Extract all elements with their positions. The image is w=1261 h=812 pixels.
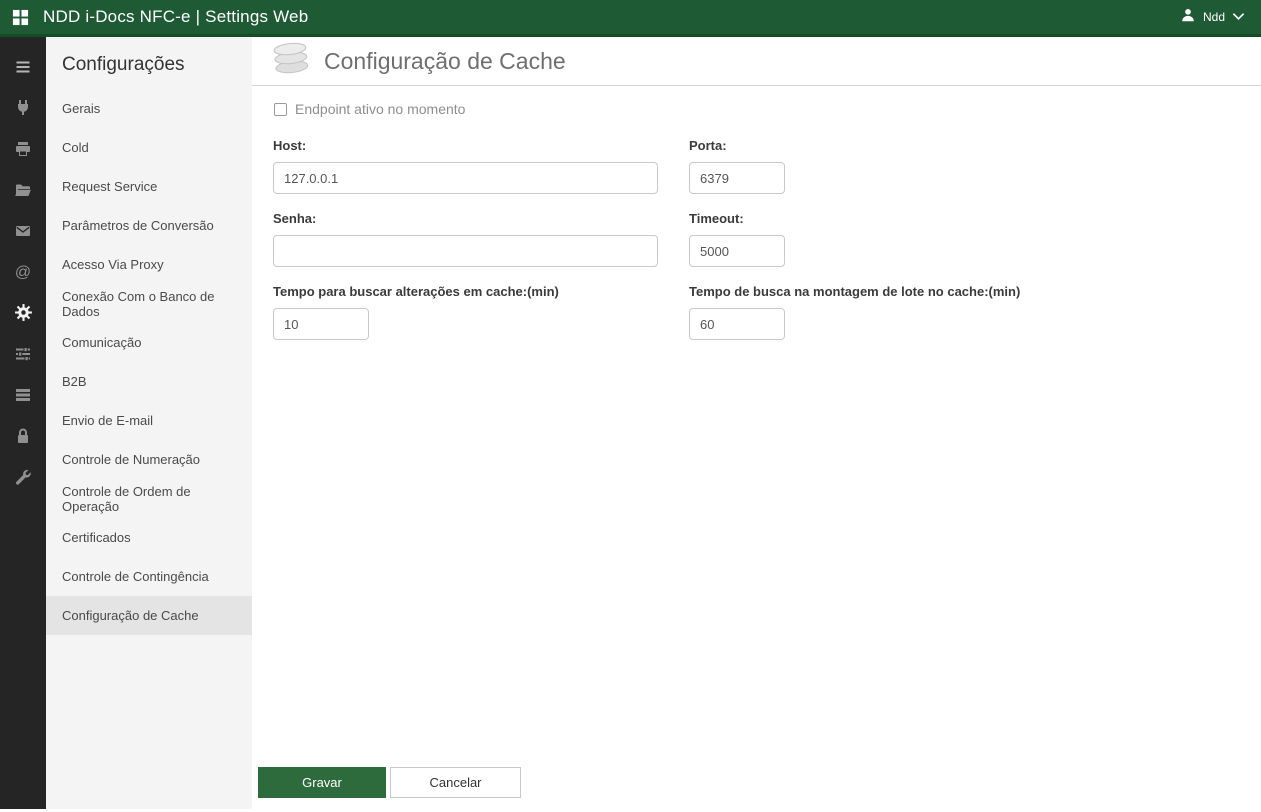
svg-text:@: @ [15,264,31,281]
sidebar-item-configuracao-cache[interactable]: Configuração de Cache [46,596,252,635]
icon-rail: @ [0,37,46,809]
app-title: NDD i-Docs NFC-e | Settings Web [43,7,309,26]
tempo-busca-alteracoes-label: Tempo para buscar alterações em cache:(m… [273,284,559,299]
wrench-icon[interactable] [0,456,46,497]
senha-input[interactable] [273,235,658,267]
tempo-busca-lote-field-group: Tempo de busca na montagem de lote no ca… [689,284,1079,340]
tempo-busca-lote-label: Tempo de busca na montagem de lote no ca… [689,284,1021,299]
sidebar-item-cold[interactable]: Cold [46,128,252,167]
user-menu[interactable]: Ndd [1180,7,1245,28]
form-actions: Gravar Cancelar [258,767,521,798]
menu-icon[interactable] [0,46,46,87]
app-logo-icon[interactable] [12,8,30,26]
page-title: Configuração de Cache [324,47,566,74]
cancel-button[interactable]: Cancelar [390,767,521,798]
host-label: Host: [273,138,307,153]
tempo-busca-alteracoes-input[interactable] [273,308,369,340]
sidebar-item-controle-numeracao[interactable]: Controle de Numeração [46,440,252,479]
printer-icon[interactable] [0,128,46,169]
sidebar-item-gerais[interactable]: Gerais [46,89,252,128]
sidebar-item-request-service[interactable]: Request Service [46,167,252,206]
save-button[interactable]: Gravar [258,767,386,798]
host-input[interactable] [273,162,658,194]
senha-field-group: Senha: [273,211,658,267]
user-icon [1180,7,1196,28]
sidebar-item-acesso-via-proxy[interactable]: Acesso Via Proxy [46,245,252,284]
endpoint-checkbox[interactable] [274,102,287,116]
sidebar-item-b2b[interactable]: B2B [46,362,252,401]
cache-database-icon [268,39,314,84]
stack-icon[interactable] [0,374,46,415]
user-name: Ndd [1202,10,1225,24]
porta-input[interactable] [689,162,785,194]
gear-icon[interactable] [0,292,46,333]
envelope-icon[interactable] [0,210,46,251]
chevron-down-icon [1232,8,1245,26]
endpoint-checkbox-row: Endpoint ativo no momento [274,101,465,117]
sidebar-item-controle-contingencia[interactable]: Controle de Contingência [46,557,252,596]
sidebar-item-parametros-conversao[interactable]: Parâmetros de Conversão [46,206,252,245]
top-bar: NDD i-Docs NFC-e | Settings Web Ndd [0,0,1261,37]
porta-label: Porta: [689,138,727,153]
endpoint-checkbox-label: Endpoint ativo no momento [295,101,466,117]
main-panel: Configuração de Cache Endpoint ativo no … [252,37,1261,809]
page-header: Configuração de Cache [252,37,1261,86]
settings-sidebar: Configurações Gerais Cold Request Servic… [46,37,252,809]
sidebar-item-envio-email[interactable]: Envio de E-mail [46,401,252,440]
tempo-busca-alteracoes-field-group: Tempo para buscar alterações em cache:(m… [273,284,658,340]
timeout-field-group: Timeout: [689,211,785,267]
sidebar-item-controle-ordem-operacao[interactable]: Controle de Ordem de Operação [46,479,252,518]
sliders-icon[interactable] [0,333,46,374]
plug-icon[interactable] [0,87,46,128]
porta-field-group: Porta: [689,138,785,194]
at-sign-icon[interactable]: @ [0,251,46,292]
folder-open-icon[interactable] [0,169,46,210]
timeout-label: Timeout: [689,211,744,226]
tempo-busca-lote-input[interactable] [689,308,785,340]
sidebar-item-conexao-banco-dados[interactable]: Conexão Com o Banco de Dados [46,284,252,323]
sidebar-item-comunicacao[interactable]: Comunicação [46,323,252,362]
timeout-input[interactable] [689,235,785,267]
host-field-group: Host: [273,138,658,194]
sidebar-item-certificados[interactable]: Certificados [46,518,252,557]
senha-label: Senha: [273,211,317,226]
cache-config-form: Endpoint ativo no momento Host: Porta: S… [252,86,1261,809]
sidebar-title: Configurações [62,54,185,75]
lock-icon[interactable] [0,415,46,456]
